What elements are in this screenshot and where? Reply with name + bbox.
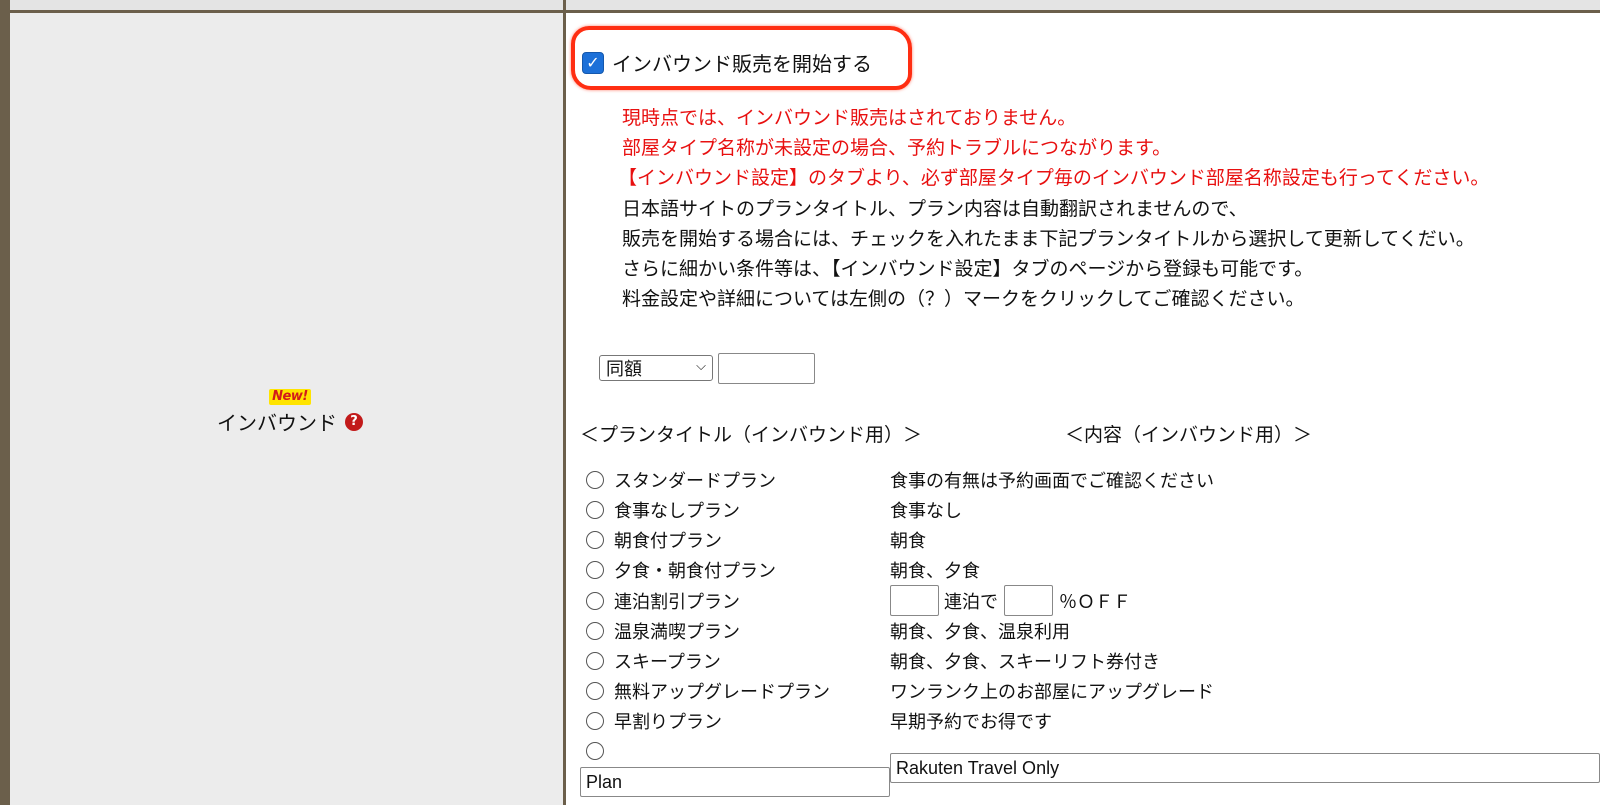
plan-content-nights: 連泊で [944,592,998,613]
price-select[interactable]: 同額 ⌵ [599,355,713,381]
plan-title: スタンダードプラン [614,471,776,492]
plan-content: ワンランク上のお部屋にアップグレード [890,682,1214,703]
plan-option-onsen[interactable]: 温泉満喫プラン [586,618,740,644]
radio-button[interactable] [586,501,604,519]
new-badge: New! [269,389,311,405]
radio-button[interactable] [586,531,604,549]
plan-option-consecutive-discount[interactable]: 連泊割引プラン [586,588,740,614]
plan-option-free-upgrade[interactable]: 無料アップグレードプラン [586,678,830,704]
custom-plan-content-input[interactable]: Rakuten Travel Only [890,753,1600,783]
notice-black-2: 販売を開始する場合には、チェックを入れたまま下記プランタイトルから選択して更新し… [622,228,1475,250]
start-sale-row[interactable]: ✓ インバウンド販売を開始する [582,48,872,77]
plan-option-early-bird[interactable]: 早割りプラン [586,708,722,734]
plan-title: 連泊割引プラン [614,592,740,613]
plan-option-no-meal[interactable]: 食事なしプラン [586,497,740,523]
plan-content-off: ％ＯＦＦ [1059,592,1131,613]
content-header: ＜内容（インバウンド用）＞ [1065,424,1313,446]
discount-percent-input[interactable] [1004,585,1053,616]
radio-button[interactable] [586,652,604,670]
plan-title: 食事なしプラン [614,501,740,522]
plan-content: 朝食、夕食 [890,561,980,582]
plan-content: 食事なし [890,501,962,522]
plan-content: 食事の有無は予約画面でご確認ください [890,471,1214,492]
nights-input[interactable] [890,585,939,616]
radio-button[interactable] [586,682,604,700]
radio-button[interactable] [586,742,604,760]
notice-red-2: 部屋タイプ名称が未設定の場合、予約トラブルにつながります。 [622,137,1172,159]
plan-content: 早期予約でお得です [890,712,1052,733]
inbound-label-text: インバウンド [217,411,337,435]
notice-red-1: 現時点では、インバウンド販売はされておりません。 [622,107,1077,129]
radio-button[interactable] [586,471,604,489]
plan-option-custom[interactable] [586,742,614,760]
notice-black-3: さらに細かい条件等は、【インバウンド設定】タブのページから登録も可能です。 [622,258,1314,280]
price-amount-input[interactable] [718,353,815,384]
radio-button[interactable] [586,592,604,610]
plan-title: スキープラン [614,652,721,673]
custom-plan-title-input[interactable]: Plan [580,767,890,797]
plan-title: 早割りプラン [614,712,722,733]
start-sale-label: インバウンド販売を開始する [612,52,872,76]
radio-button[interactable] [586,561,604,579]
cell-divider [563,0,566,805]
plan-content: 朝食 [890,531,926,552]
plan-option-standard[interactable]: スタンダードプラン [586,467,776,493]
start-sale-checkbox[interactable]: ✓ [582,51,604,74]
plan-title: 夕食・朝食付プラン [614,561,776,582]
radio-button[interactable] [586,622,604,640]
notice-black-4: 料金設定や詳細については左側の（？）マークをクリックしてご確認ください。 [622,288,1305,310]
radio-button[interactable] [586,712,604,730]
help-circle-icon[interactable]: ? [345,412,363,431]
table-left-border [0,0,10,805]
chevron-down-icon: ⌵ [696,359,706,374]
plan-option-breakfast[interactable]: 朝食付プラン [586,527,722,553]
plan-title-header: ＜プランタイトル（インバウンド用）＞ [580,424,923,446]
plan-title: 温泉満喫プラン [614,622,740,643]
plan-title: 無料アップグレードプラン [614,682,830,703]
notice-red-3: 【インバウンド設定】のタブより、必ず部屋タイプ毎のインバウンド部屋名称設定も行っ… [618,167,1490,189]
plan-option-dinner-breakfast[interactable]: 夕食・朝食付プラン [586,557,776,583]
table-top-border [0,0,1600,13]
notice-black-1: 日本語サイトのプランタイトル、プラン内容は自動翻訳されませんので、 [622,198,1248,220]
inbound-label: New! インバウンド ? [210,385,370,436]
price-select-value: 同額 [606,359,642,380]
plan-content: 朝食、夕食、スキーリフト券付き [890,652,1160,673]
plan-option-ski[interactable]: スキープラン [586,648,721,674]
plan-title: 朝食付プラン [614,531,722,552]
plan-content: 朝食、夕食、温泉利用 [890,622,1070,643]
